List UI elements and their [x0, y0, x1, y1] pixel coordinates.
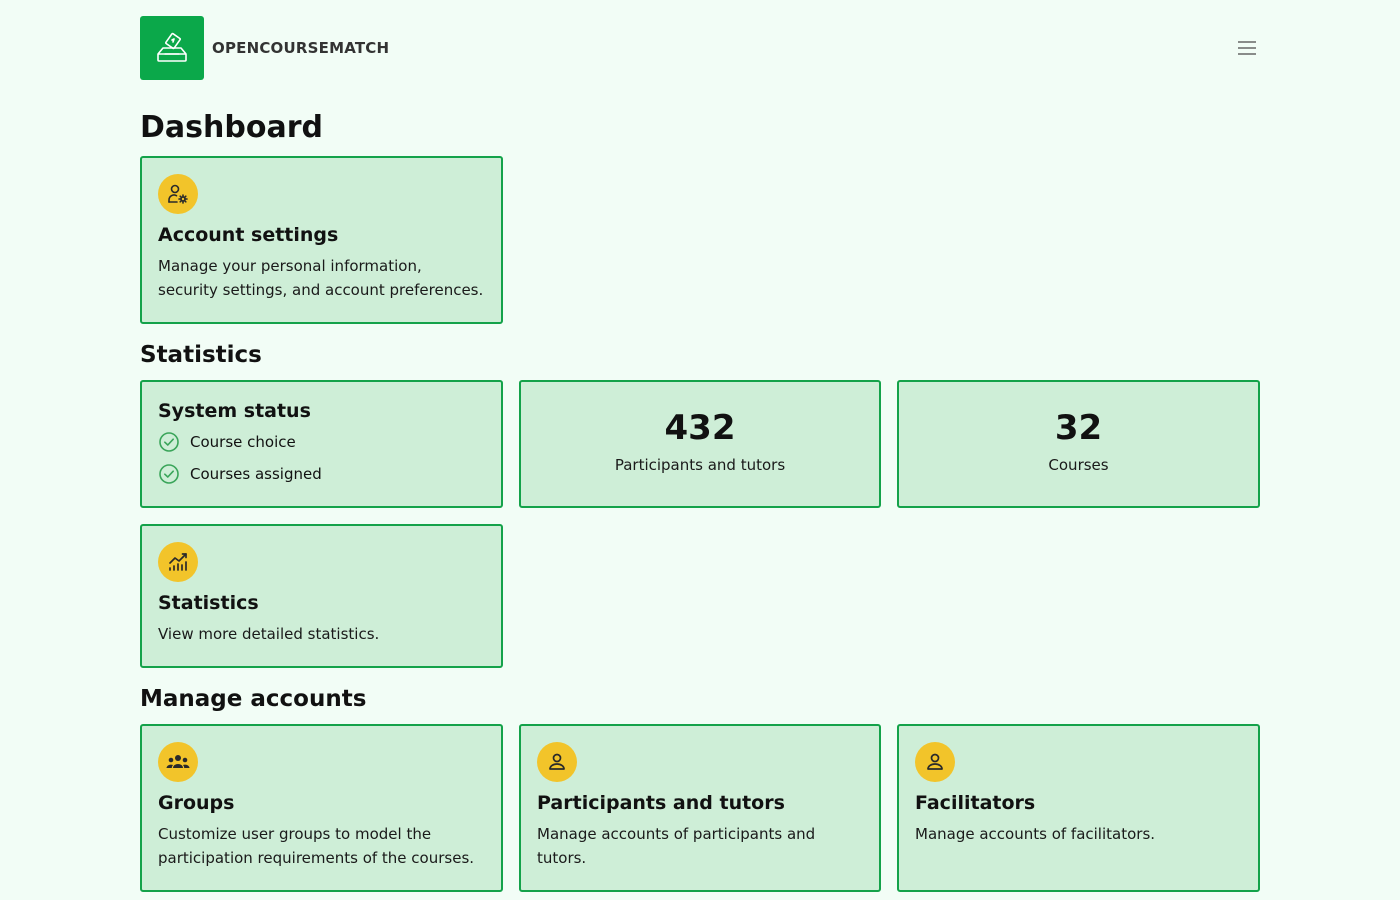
system-status-title: System status — [158, 400, 311, 422]
facilitators-description: Manage accounts of facilitators. — [915, 825, 1156, 843]
menu-button[interactable] — [1234, 35, 1260, 61]
statistics-details-card[interactable]: Statistics View more detailed statistics… — [140, 524, 503, 668]
statistics-section-title: Statistics — [140, 342, 262, 368]
hamburger-menu-icon — [1238, 41, 1256, 55]
page-title: Dashboard — [140, 110, 323, 145]
facilitators-card[interactable]: Facilitators Manage accounts of facilita… — [897, 724, 1260, 892]
courses-stat-card: 32 Courses — [897, 380, 1260, 508]
check-circle-icon — [159, 464, 179, 484]
brand-name: OPENCOURSEMATCH — [212, 39, 390, 57]
user-gear-icon — [158, 174, 198, 214]
system-status-card: System status Course choice Courses assi… — [140, 380, 503, 508]
account-settings-description: Manage your personal information, securi… — [158, 257, 484, 299]
brand-link[interactable]: OPENCOURSEMATCH — [140, 16, 389, 80]
groups-description: Customize user groups to model the parti… — [158, 825, 475, 867]
courses-label: Courses — [1048, 456, 1109, 474]
check-circle-icon — [159, 432, 179, 452]
courses-count: 32 — [1054, 408, 1103, 448]
groups-card[interactable]: Groups Customize user groups to model th… — [140, 724, 503, 892]
user-icon — [537, 742, 577, 782]
status-item-label: Courses assigned — [190, 465, 322, 483]
account-settings-title: Account settings — [158, 224, 339, 246]
user-icon — [915, 742, 955, 782]
status-item-course-choice: Course choice — [158, 430, 485, 454]
statistics-details-title: Statistics — [158, 592, 259, 614]
participants-stat-card: 432 Participants and tutors — [519, 380, 881, 508]
users-group-icon — [158, 742, 198, 782]
participants-tutors-description: Manage accounts of participants and tuto… — [537, 825, 816, 867]
status-item-courses-assigned: Courses assigned — [158, 462, 485, 486]
facilitators-title: Facilitators — [915, 792, 1036, 814]
participants-label: Participants and tutors — [614, 456, 786, 474]
chart-icon — [158, 542, 198, 582]
status-item-label: Course choice — [190, 433, 296, 451]
participants-count: 432 — [664, 408, 736, 448]
ballot-box-icon — [140, 16, 204, 80]
account-settings-card[interactable]: Account settings Manage your personal in… — [140, 156, 503, 324]
participants-tutors-card[interactable]: Participants and tutors Manage accounts … — [519, 724, 881, 892]
top-header: OPENCOURSEMATCH — [140, 16, 1260, 80]
participants-tutors-title: Participants and tutors — [537, 792, 785, 814]
statistics-details-description: View more detailed statistics. — [158, 625, 380, 643]
manage-accounts-section-title: Manage accounts — [140, 686, 367, 712]
groups-title: Groups — [158, 792, 235, 814]
